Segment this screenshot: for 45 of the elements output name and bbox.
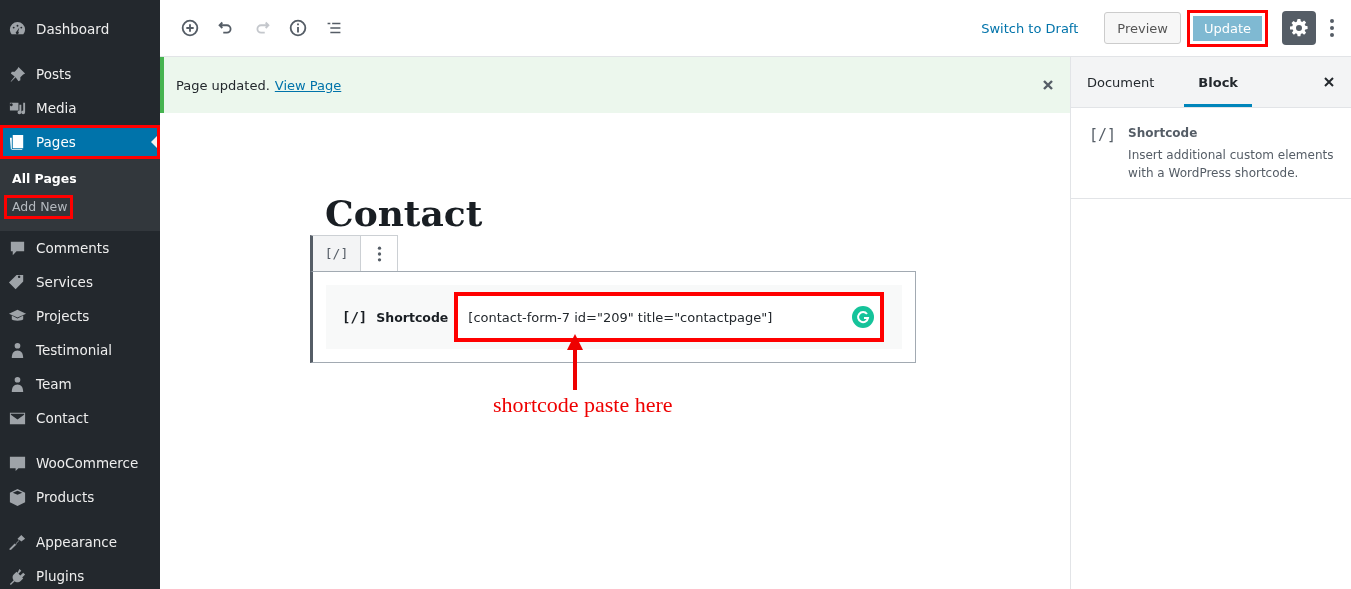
sidebar-item[interactable]: Contact <box>0 401 160 435</box>
sidebar-item[interactable]: Posts <box>0 57 160 91</box>
sidebar-item[interactable]: Testimonial <box>0 333 160 367</box>
close-icon[interactable] <box>1042 79 1054 91</box>
block-symbol: [/] <box>1089 126 1117 146</box>
switch-to-draft-link[interactable]: Switch to Draft <box>981 20 1079 36</box>
settings-button[interactable] <box>1282 11 1316 45</box>
sidebar-item[interactable]: Appearance <box>0 525 160 559</box>
block-type-button[interactable]: [/] <box>310 235 361 271</box>
sidebar-item[interactable]: WooCommerce <box>0 446 160 480</box>
notice-text: Page updated. <box>176 77 270 93</box>
annotation-arrow <box>565 332 585 392</box>
sidebar-item[interactable]: Dashboard <box>0 12 160 46</box>
page-title[interactable]: Contact <box>325 191 1070 235</box>
annotation-text: shortcode paste here <box>493 392 673 418</box>
shortcode-field[interactable]: [contact-form-7 id="209" title="contactpage"] <box>454 292 884 342</box>
sidebar-item[interactable]: Media <box>0 91 160 125</box>
shortcode-symbol: [/] <box>342 309 368 325</box>
sidebar-item[interactable]: Pages <box>0 125 160 159</box>
menu-icon <box>8 64 27 84</box>
view-page-link[interactable]: View Page <box>274 77 342 93</box>
panel-tab[interactable]: Document <box>1087 57 1155 107</box>
menu-icon <box>8 487 27 507</box>
more-icon <box>376 244 382 263</box>
sidebar-item[interactable]: Products <box>0 480 160 514</box>
sidebar-item[interactable]: Services <box>0 265 160 299</box>
sidebar-item[interactable]: Projects <box>0 299 160 333</box>
add-icon <box>179 17 201 39</box>
block-title: Shortcode <box>1128 126 1199 140</box>
current-pointer <box>151 136 157 148</box>
info-icon <box>287 17 309 39</box>
close-icon[interactable] <box>1323 76 1335 88</box>
gear-icon <box>1289 18 1309 38</box>
sidebar-item[interactable]: Plugins <box>0 559 160 589</box>
menu-icon <box>8 532 27 552</box>
sidebar-item[interactable]: Team <box>0 367 160 401</box>
menu-icon <box>8 566 27 586</box>
panel-tab[interactable]: Block <box>1184 57 1252 107</box>
preview-button[interactable]: Preview <box>1104 12 1181 44</box>
block-description: Insert additional custom elements with a WordPress shortcode. <box>1128 147 1335 182</box>
submenu-item[interactable]: All Pages <box>4 167 83 191</box>
more-menu-icon[interactable] <box>1329 18 1335 38</box>
shortcode-label: Shortcode <box>376 309 449 325</box>
sidebar-item[interactable]: Comments <box>0 231 160 265</box>
submenu-item[interactable]: Add New <box>4 195 74 219</box>
